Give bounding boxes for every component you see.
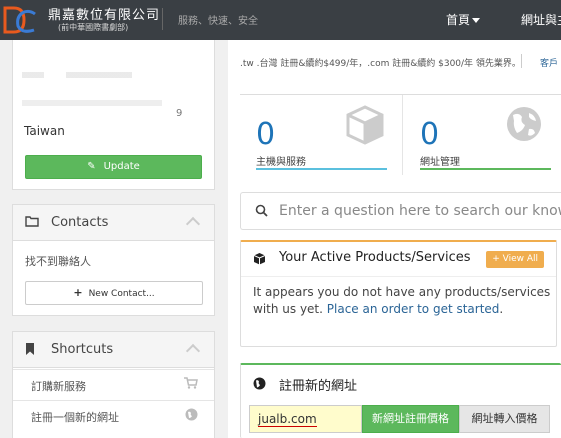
folder-icon xyxy=(25,216,39,227)
view-all-label: View All xyxy=(502,254,538,264)
shortcut-label: 註冊一個新的網址 xyxy=(31,411,119,424)
cube-icon xyxy=(346,105,384,145)
stat-label: 主機與服務 xyxy=(256,157,306,168)
plus-icon: + xyxy=(492,254,503,264)
top-navbar: 鼎嘉數位有限公司 (前中華國際書劇部) 服務、快速、安全 首頁 網址與主 xyxy=(0,0,561,40)
stat-value: 0 xyxy=(420,117,440,152)
logo-mark-icon xyxy=(3,6,36,34)
cart-icon xyxy=(184,377,198,389)
domain-input[interactable]: jualb.com xyxy=(249,405,362,433)
new-contact-button[interactable]: + New Contact... xyxy=(25,281,203,305)
chevron-up-icon[interactable] xyxy=(185,216,201,232)
panel-title: 註冊新的網址 xyxy=(279,379,358,394)
place-order-link[interactable]: Place an order to get started xyxy=(327,302,500,316)
stat-underline xyxy=(420,168,551,170)
address-line-redacted xyxy=(22,100,162,106)
pencil-icon: ✎ xyxy=(87,161,96,172)
header-divider xyxy=(162,8,163,30)
logo[interactable]: 鼎嘉數位有限公司 (前中華國際書劇部) xyxy=(0,0,160,40)
domain-input-value: jualb.com xyxy=(258,412,317,427)
cube-icon xyxy=(253,253,266,265)
kb-search-input[interactable] xyxy=(279,193,561,229)
active-products-panel: Your Active Products/Services + View All… xyxy=(240,240,557,347)
company-subtitle: (前中華國際書劇部) xyxy=(58,23,129,32)
plus-icon: + xyxy=(73,286,83,299)
search-icon xyxy=(255,204,268,217)
view-all-button[interactable]: + View All xyxy=(486,251,544,268)
stat-domains[interactable]: 0 網址管理 xyxy=(404,95,561,175)
globe-icon xyxy=(507,107,541,141)
chevron-up-icon[interactable] xyxy=(185,343,201,359)
shortcuts-header[interactable]: Shortcuts xyxy=(13,332,214,368)
shortcut-order-service[interactable]: 訂購新服務 xyxy=(13,369,214,400)
contacts-card: Contacts 找不到聯絡人 + New Contact... xyxy=(12,204,215,316)
stat-label: 網址管理 xyxy=(420,157,460,168)
shortcut-register-domain[interactable]: 註冊一個新的網址 xyxy=(13,400,214,431)
update-button[interactable]: ✎ Update xyxy=(25,155,202,179)
kb-search-box xyxy=(240,192,561,230)
no-products-text: It appears you do not have any products/… xyxy=(253,285,551,316)
transfer-price-button[interactable]: 網址轉入價格 xyxy=(459,405,550,433)
shortcut-label: 訂購新服務 xyxy=(31,380,86,393)
globe-icon xyxy=(185,408,198,421)
stat-value: 0 xyxy=(256,117,276,152)
stat-underline xyxy=(256,168,387,170)
stats-row: 0 主機與服務 0 網址管理 xyxy=(240,94,561,176)
stat-services[interactable]: 0 主機與服務 xyxy=(240,95,403,175)
bookmark-icon xyxy=(26,343,34,355)
shortcuts-title: Shortcuts xyxy=(51,342,114,357)
nav-domain-menu[interactable]: 網址與主 xyxy=(521,11,561,28)
announcement-divider xyxy=(521,54,522,68)
shortcuts-card: Shortcuts 訂購新服務 註冊一個新的網址 xyxy=(12,331,215,438)
tagline: 服務、快速、安全 xyxy=(178,16,258,27)
address-fragment: 9 xyxy=(176,108,183,119)
nav-home-menu[interactable]: 首頁 xyxy=(446,11,481,28)
nav-home-label: 首頁 xyxy=(446,13,471,27)
panel-title: Your Active Products/Services xyxy=(279,250,471,265)
register-domain-panel: 註冊新的網址 jualb.com 新網址註冊價格 網址轉入價格 xyxy=(240,363,561,438)
address-country: Taiwan xyxy=(24,124,65,138)
globe-icon xyxy=(253,377,266,390)
contacts-header[interactable]: Contacts xyxy=(13,205,214,241)
update-label: Update xyxy=(103,161,140,172)
new-contact-label: New Contact... xyxy=(88,289,155,299)
announcement-text: .tw .台灣 註冊&續約$499/年，.com 註冊&續約 $300/年 領先… xyxy=(240,59,521,69)
register-price-button[interactable]: 新網址註冊價格 xyxy=(362,405,459,433)
company-name: 鼎嘉數位有限公司 xyxy=(48,8,161,23)
address-line-redacted xyxy=(22,72,132,78)
caret-down-icon xyxy=(472,18,481,23)
no-contacts-text: 找不到聯絡人 xyxy=(25,255,91,268)
panel-divider xyxy=(241,276,556,277)
contacts-title: Contacts xyxy=(51,215,109,230)
announcement-link[interactable]: 客戶 xyxy=(540,56,558,69)
